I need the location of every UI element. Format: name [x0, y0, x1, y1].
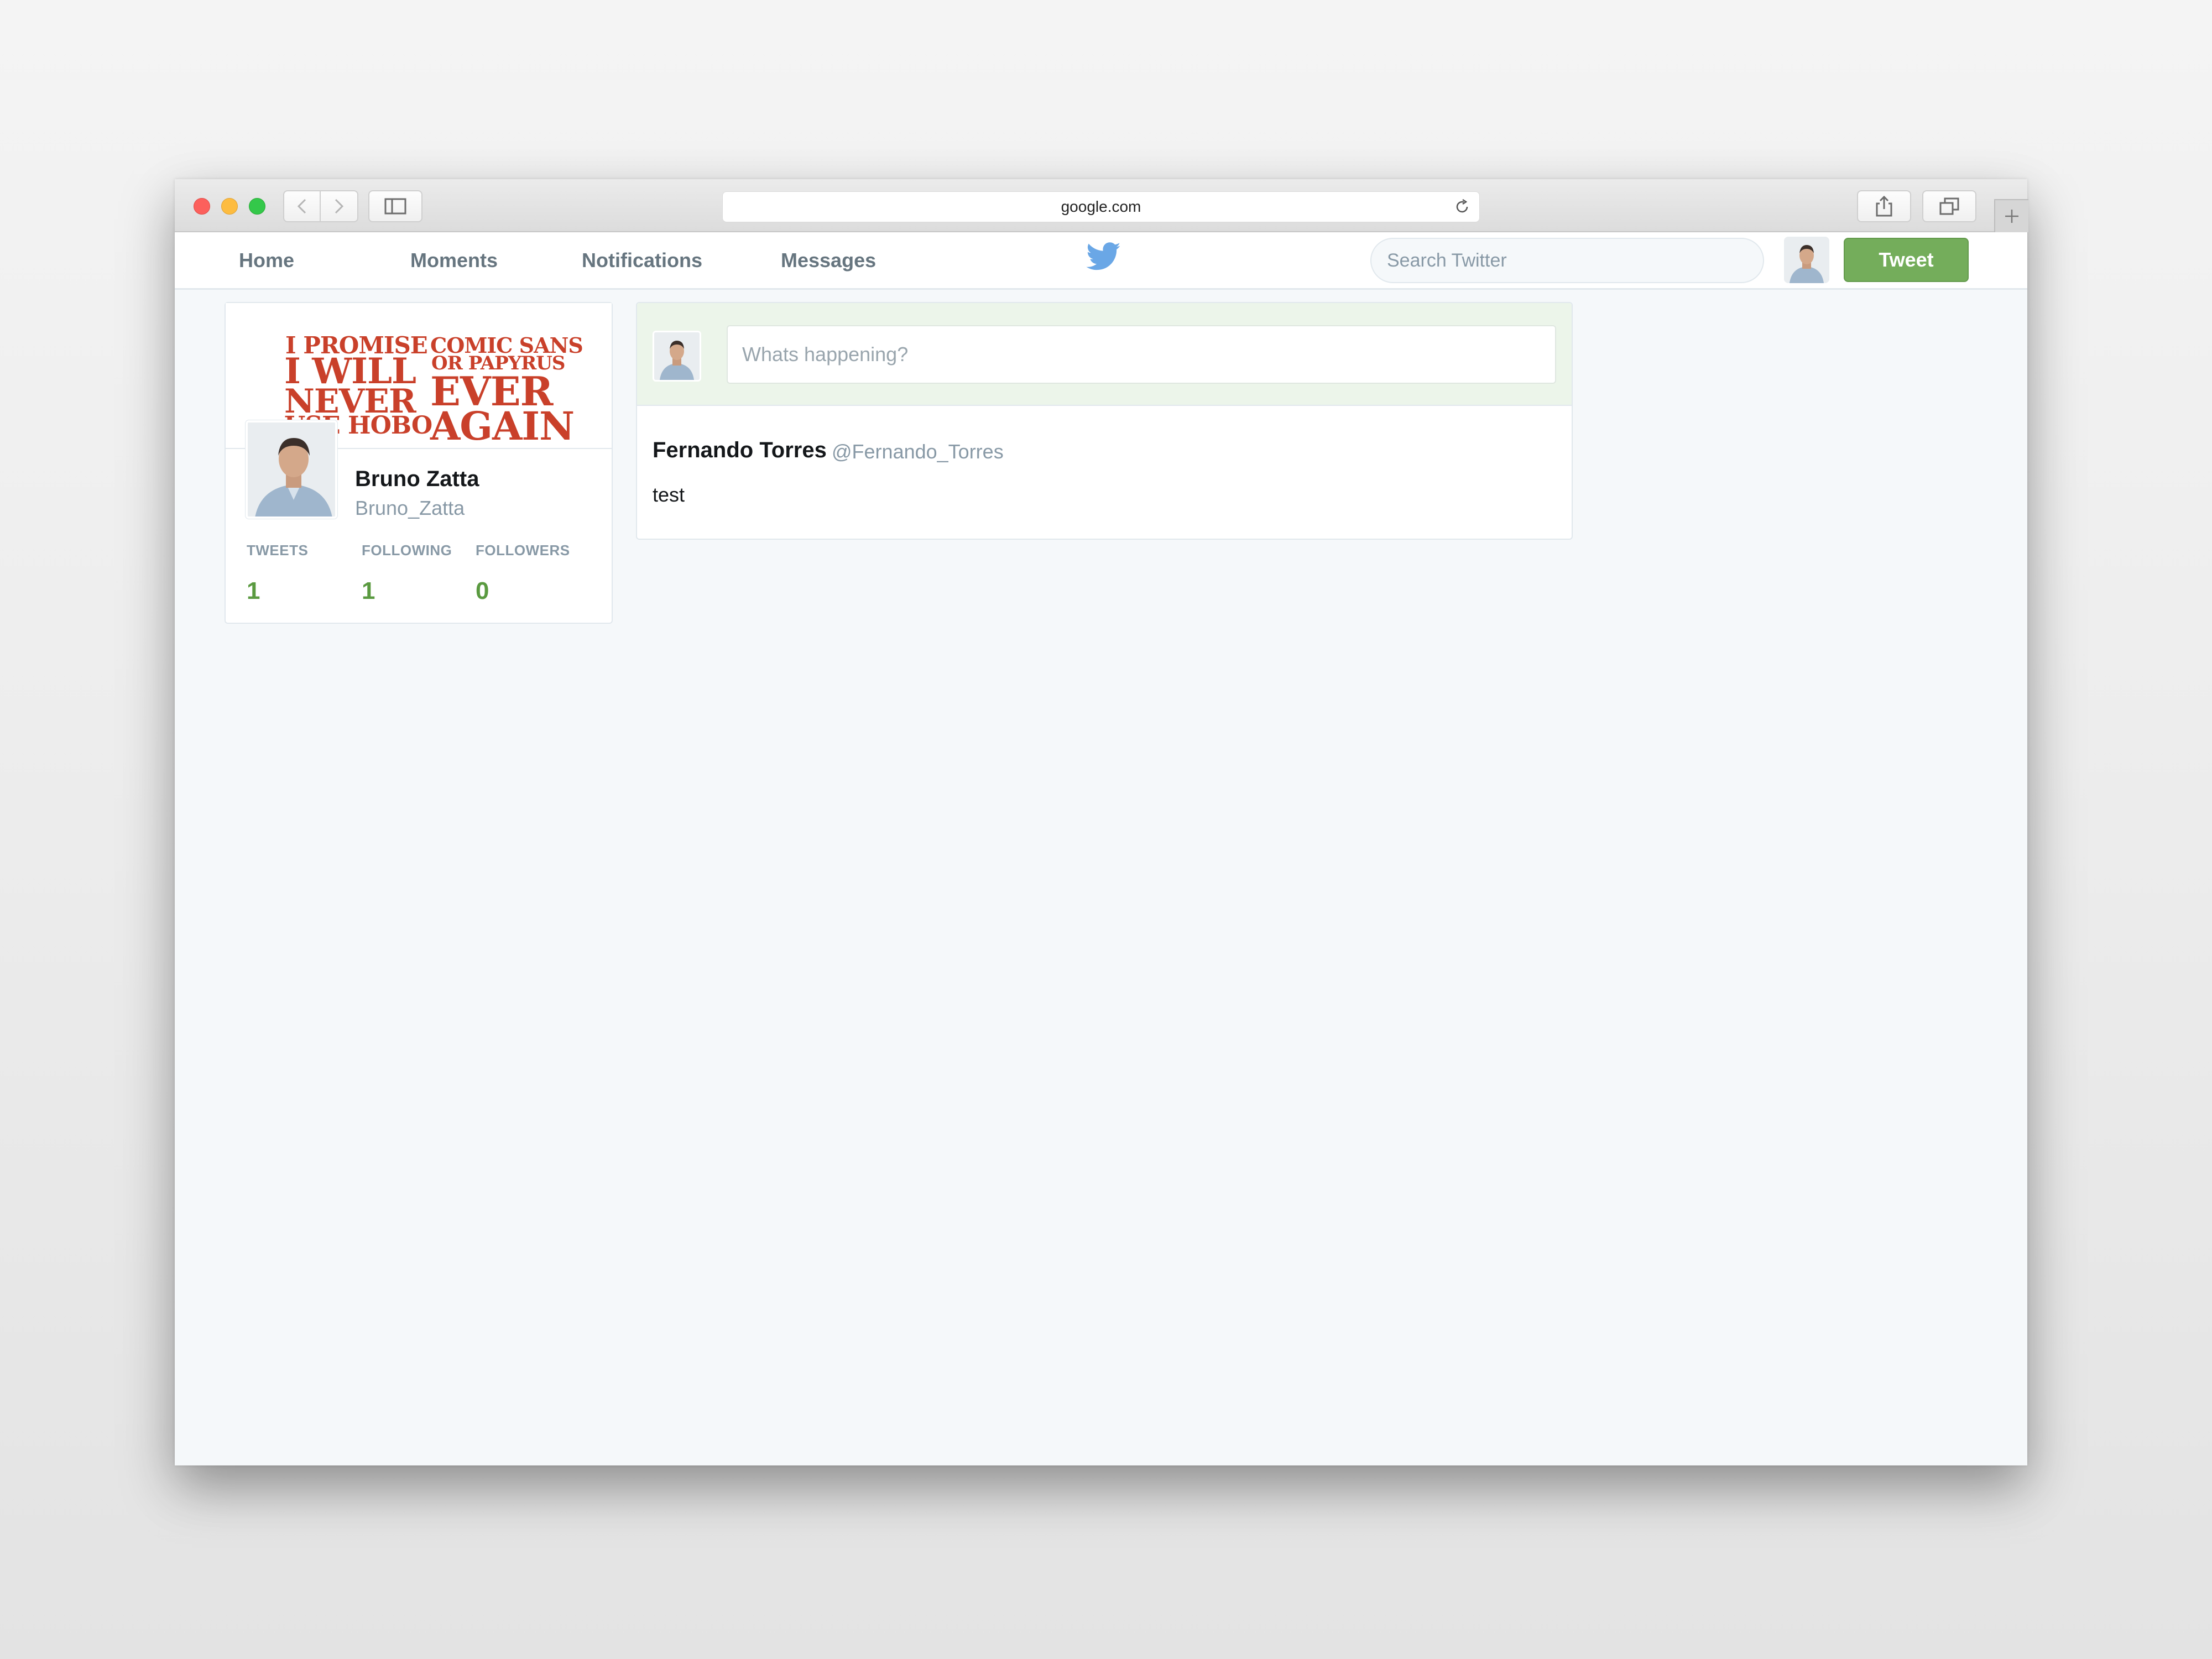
user-photo-icon	[654, 332, 700, 380]
composer-avatar	[653, 331, 701, 382]
user-photo-icon	[1784, 237, 1829, 283]
nav-home[interactable]: Home	[239, 249, 294, 272]
tweet-author[interactable]: Fernando Torres	[653, 438, 827, 463]
profile-avatar[interactable]	[246, 420, 337, 519]
banner-line: AGAIN	[430, 403, 575, 449]
tweet-composer: Whats happening?	[637, 303, 1572, 406]
stat-following-label[interactable]: FOLLOWING	[362, 542, 452, 559]
stat-following-value[interactable]: 1	[362, 577, 375, 605]
chevron-left-icon	[297, 199, 306, 214]
browser-window: google.com Home Moments Notifications Me…	[175, 179, 2028, 1465]
share-icon	[1876, 196, 1892, 217]
tweet-item[interactable]: Fernando Torres @Fernando_Torres test	[637, 407, 1572, 539]
stat-followers-value[interactable]: 0	[476, 577, 489, 605]
nav-messages[interactable]: Messages	[781, 249, 876, 272]
stat-tweets-value[interactable]: 1	[247, 577, 260, 605]
profile-name[interactable]: Bruno Zatta	[355, 467, 479, 492]
search-input[interactable]: Search Twitter	[1370, 238, 1764, 283]
tabs-icon	[1939, 197, 1959, 215]
profile-handle[interactable]: Bruno_Zatta	[355, 497, 465, 520]
nav-moments[interactable]: Moments	[410, 249, 498, 272]
plus-icon	[2005, 210, 2018, 223]
minimize-window-button[interactable]	[221, 198, 238, 215]
chevron-right-icon	[335, 199, 344, 214]
nav-notifications[interactable]: Notifications	[582, 249, 702, 272]
user-photo-icon	[248, 422, 335, 517]
sidebar-toggle-button[interactable]	[368, 190, 422, 222]
twitter-bird-icon[interactable]	[1086, 242, 1121, 271]
address-text: google.com	[1061, 198, 1141, 215]
stat-tweets-label[interactable]: TWEETS	[247, 542, 308, 559]
share-button[interactable]	[1857, 190, 1911, 222]
show-tabs-button[interactable]	[1922, 190, 1976, 222]
new-tab-button[interactable]	[1994, 199, 2028, 232]
reload-icon[interactable]	[1454, 199, 1470, 215]
stat-followers-label[interactable]: FOLLOWERS	[476, 542, 570, 559]
composer-input[interactable]: Whats happening?	[727, 325, 1556, 384]
tweet-button[interactable]: Tweet	[1844, 238, 1969, 282]
profile-card: I PROMISE I WILL NEVER USE HOBO COMIC SA…	[225, 302, 613, 624]
forward-button[interactable]	[321, 190, 358, 222]
tweet-handle[interactable]: @Fernando_Torres	[832, 440, 1004, 463]
back-button[interactable]	[283, 190, 321, 222]
tweet-text: test	[653, 483, 685, 506]
address-bar[interactable]: google.com	[722, 191, 1480, 222]
close-window-button[interactable]	[194, 198, 210, 215]
sidebar-icon	[384, 198, 406, 215]
timeline: Whats happening? Fernando Torres @Fernan…	[636, 302, 1573, 540]
twitter-topnav: Home Moments Notifications Messages Sear…	[175, 232, 2027, 290]
maximize-window-button[interactable]	[249, 198, 265, 215]
nav-user-avatar[interactable]	[1784, 237, 1829, 283]
browser-titlebar: google.com	[175, 179, 2028, 232]
